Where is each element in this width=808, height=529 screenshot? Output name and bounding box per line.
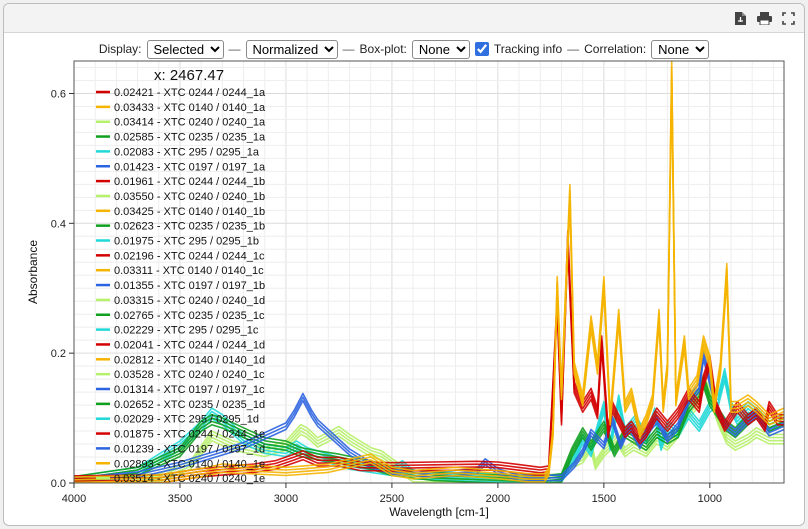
legend-item[interactable]: 0.03514 - XTC 0240 / 0240_1e [96, 473, 265, 485]
legend-label: 0.03550 - XTC 0240 / 0240_1b [114, 191, 265, 203]
legend-label: 0.02229 - XTC 295 / 0295_1c [114, 325, 259, 337]
legend-item[interactable]: 0.03311 - XTC 0140 / 0140_1c [96, 265, 264, 277]
legend-item[interactable]: 0.02229 - XTC 295 / 0295_1c [96, 325, 259, 337]
legend-label: 0.03433 - XTC 0140 / 0140_1a [114, 102, 266, 114]
legend-label: 0.01961 - XTC 0244 / 0244_1b [114, 176, 265, 188]
y-axis-label: Absorbance [26, 240, 40, 304]
tracking-readout: x: 2467.47 [154, 67, 224, 84]
legend-item[interactable]: 0.02421 - XTC 0244 / 0244_1a [96, 87, 266, 99]
chart-window: Display: Selected — Normalized — Box-plo… [3, 3, 805, 526]
legend-label: 0.01423 - XTC 0197 / 0197_1a [114, 161, 266, 173]
legend-label: 0.02585 - XTC 0235 / 0235_1a [114, 132, 266, 144]
x-axis-label: Wavelength [cm-1] [389, 505, 489, 519]
legend-item[interactable]: 0.02029 - XTC 295 / 0295_1d [96, 414, 259, 426]
legend-item[interactable]: 0.01423 - XTC 0197 / 0197_1a [96, 161, 266, 173]
legend-item[interactable]: 0.01875 - XTC 0244 / 0244_1e [96, 429, 265, 441]
legend-item[interactable]: 0.02196 - XTC 0244 / 0244_1c [96, 250, 265, 262]
legend-label: 0.02652 - XTC 0235 / 0235_1d [114, 399, 265, 411]
legend-label: 0.02041 - XTC 0244 / 0244_1d [114, 339, 265, 351]
legend-item[interactable]: 0.02893 - XTC 0140 / 0140_1e [96, 458, 265, 470]
legend-label: 0.02893 - XTC 0140 / 0140_1e [114, 458, 265, 470]
legend-item[interactable]: 0.03528 - XTC 0240 / 0240_1c [96, 369, 265, 381]
y-tick-label: 0.6 [51, 88, 66, 100]
legend: 0.02421 - XTC 0244 / 0244_1a 0.03433 - XT… [96, 87, 266, 485]
legend-item[interactable]: 0.02652 - XTC 0235 / 0235_1d [96, 399, 265, 411]
legend-label: 0.01314 - XTC 0197 / 0197_1c [114, 384, 265, 396]
legend-label: 0.01239 - XTC 0197 / 0197_1d [114, 443, 265, 455]
legend-item[interactable]: 0.03315 - XTC 0240 / 0240_1d [96, 295, 265, 307]
x-tick-label: 2500 [380, 493, 404, 505]
legend-item[interactable]: 0.01975 - XTC 295 / 0295_1b [96, 236, 259, 248]
legend-label: 0.01355 - XTC 0197 / 0197_1b [114, 280, 265, 292]
x-tick-label: 2000 [486, 493, 510, 505]
legend-label: 0.02029 - XTC 295 / 0295_1d [114, 414, 259, 426]
legend-item[interactable]: 0.01355 - XTC 0197 / 0197_1b [96, 280, 265, 292]
legend-item[interactable]: 0.02585 - XTC 0235 / 0235_1a [96, 132, 266, 144]
legend-label: 0.02083 - XTC 295 / 0295_1a [114, 146, 260, 158]
legend-item[interactable]: 0.02765 - XTC 0235 / 0235_1c [96, 310, 265, 322]
legend-label: 0.03315 - XTC 0240 / 0240_1d [114, 295, 265, 307]
legend-item[interactable]: 0.01239 - XTC 0197 / 0197_1d [96, 443, 265, 455]
legend-item[interactable]: 0.03550 - XTC 0240 / 0240_1b [96, 191, 265, 203]
legend-item[interactable]: 0.02623 - XTC 0235 / 0235_1b [96, 221, 265, 233]
spectra-chart[interactable]: 4000 3500 3000 2500 2000 1500 1000 0.0 0.2 0.4 0.6… [4, 4, 804, 525]
legend-item[interactable]: 0.03425 - XTC 0140 / 0140_1b [96, 206, 265, 218]
legend-label: 0.02196 - XTC 0244 / 0244_1c [114, 250, 265, 262]
legend-label: 0.02765 - XTC 0235 / 0235_1c [114, 310, 265, 322]
x-tick-label: 3500 [168, 493, 192, 505]
y-tick-label: 0.0 [51, 478, 66, 490]
x-tick-label: 3000 [274, 493, 298, 505]
y-tick-label: 0.2 [51, 348, 66, 360]
legend-label: 0.02421 - XTC 0244 / 0244_1a [114, 87, 266, 99]
legend-label: 0.02623 - XTC 0235 / 0235_1b [114, 221, 265, 233]
legend-item[interactable]: 0.03433 - XTC 0140 / 0140_1a [96, 102, 266, 114]
legend-label: 0.01875 - XTC 0244 / 0244_1e [114, 429, 265, 441]
legend-label: 0.03528 - XTC 0240 / 0240_1c [114, 369, 265, 381]
legend-item[interactable]: 0.02083 - XTC 295 / 0295_1a [96, 146, 260, 158]
legend-label: 0.02812 - XTC 0140 / 0140_1d [114, 354, 265, 366]
legend-item[interactable]: 0.03414 - XTC 0240 / 0240_1a [96, 117, 266, 129]
y-tick-label: 0.4 [51, 218, 66, 230]
legend-item[interactable]: 0.01961 - XTC 0244 / 0244_1b [96, 176, 265, 188]
plot-area: 4000 3500 3000 2500 2000 1500 1000 0.0 0.2 0.4 0.6… [26, 60, 785, 519]
legend-label: 0.03514 - XTC 0240 / 0240_1e [114, 473, 265, 485]
legend-item[interactable]: 0.01314 - XTC 0197 / 0197_1c [96, 384, 265, 396]
legend-item[interactable]: 0.02041 - XTC 0244 / 0244_1d [96, 339, 265, 351]
legend-label: 0.03311 - XTC 0140 / 0140_1c [114, 265, 264, 277]
x-tick-label: 4000 [62, 493, 86, 505]
x-tick-label: 1500 [592, 493, 616, 505]
legend-label: 0.03414 - XTC 0240 / 0240_1a [114, 117, 266, 129]
legend-item[interactable]: 0.02812 - XTC 0140 / 0140_1d [96, 354, 265, 366]
legend-label: 0.01975 - XTC 295 / 0295_1b [114, 236, 259, 248]
legend-label: 0.03425 - XTC 0140 / 0140_1b [114, 206, 265, 218]
x-tick-label: 1000 [698, 493, 722, 505]
